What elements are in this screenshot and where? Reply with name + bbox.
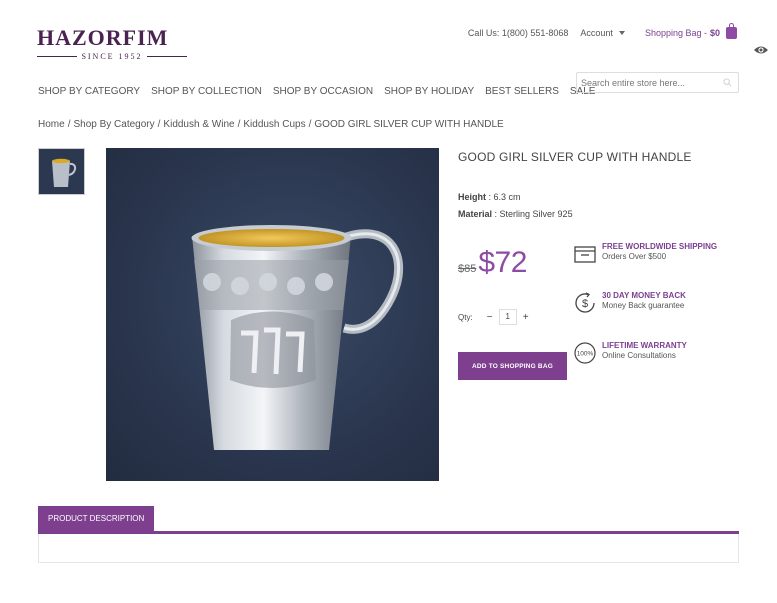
qty-decrease-button[interactable]: − xyxy=(485,312,495,323)
chevron-down-icon xyxy=(618,31,625,35)
nav-shop-by-holiday[interactable]: SHOP BY HOLIDAY xyxy=(384,86,474,97)
price-block: $85 $72 xyxy=(458,246,527,280)
shopping-bag-label: Shopping Bag - xyxy=(644,28,707,38)
product-height: Height : 6.3 cm xyxy=(458,192,521,202)
feature-money-back-title: 30 DAY MONEY BACK xyxy=(602,291,686,300)
logo-since: SINCE 1952 xyxy=(37,52,187,61)
breadcrumb-current: GOOD GIRL SILVER CUP WITH HANDLE xyxy=(314,119,504,130)
logo-name: HAZORFIM xyxy=(37,25,169,50)
shopping-bag-icon xyxy=(726,23,737,39)
search-box xyxy=(576,72,739,93)
logo-rule-left xyxy=(37,56,78,57)
old-price: $85 xyxy=(458,263,477,275)
add-to-bag-button[interactable]: ADD TO SHOPPING BAG xyxy=(458,352,567,380)
account-label: Account xyxy=(580,28,613,38)
feature-shipping-sub: Orders Over $500 xyxy=(602,252,667,261)
current-price: $72 xyxy=(478,246,527,279)
height-value: : 6.3 cm xyxy=(488,192,521,202)
nav-best-sellers[interactable]: BEST SELLERS xyxy=(485,86,559,97)
main-nav: SHOP BY CATEGORY SHOP BY COLLECTION SHOP… xyxy=(38,86,606,97)
account-menu[interactable]: Account xyxy=(580,28,625,38)
breadcrumb-shop-by-category[interactable]: Shop By Category xyxy=(73,119,154,130)
silver-cup-image xyxy=(191,225,404,450)
breadcrumb-kiddush-wine[interactable]: Kiddush & Wine xyxy=(163,119,234,130)
feature-shipping: FREE WORLDWIDE SHIPPING Orders Over $500 xyxy=(573,242,717,266)
feature-money-back: $ 30 DAY MONEY BACK Money Back guarantee xyxy=(573,291,686,315)
call-us-link[interactable]: Call Us: 1(800) 551-8068 xyxy=(468,28,569,38)
material-label: Material xyxy=(458,209,493,219)
material-value: : Sterling Silver 925 xyxy=(494,209,573,219)
shopping-bag-total: $0 xyxy=(709,28,720,38)
warranty-badge-text: 100% xyxy=(577,351,594,358)
logo-rule-right xyxy=(146,56,187,57)
product-thumbnail[interactable] xyxy=(38,148,85,195)
logo[interactable]: HAZORFIM SINCE 1952 xyxy=(37,27,187,61)
nav-shop-by-collection[interactable]: SHOP BY COLLECTION xyxy=(151,86,262,97)
qty-increase-button[interactable]: + xyxy=(521,312,531,323)
product-title: GOOD GIRL SILVER CUP WITH HANDLE xyxy=(458,150,692,164)
tab-product-description[interactable]: PRODUCT DESCRIPTION xyxy=(38,506,155,531)
top-bar: Call Us: 1(800) 551-8068 Account Shoppin… xyxy=(468,23,737,39)
eye-icon[interactable] xyxy=(753,45,769,55)
breadcrumb-separator: / xyxy=(67,119,71,130)
breadcrumb-kiddush-cups[interactable]: Kiddush Cups xyxy=(243,119,305,130)
svg-text:$: $ xyxy=(582,298,588,310)
product-main-image[interactable] xyxy=(106,148,439,481)
logo-since-text: SINCE 1952 xyxy=(81,52,143,61)
feature-warranty: 100% LIFETIME WARRANTY Online Consultati… xyxy=(573,341,687,365)
warranty-icon: 100% xyxy=(574,342,596,364)
nav-shop-by-category[interactable]: SHOP BY CATEGORY xyxy=(38,86,140,97)
shopping-bag-link[interactable]: Shopping Bag - $0 xyxy=(644,23,737,39)
search-icon[interactable] xyxy=(723,78,732,87)
product-material: Material : Sterling Silver 925 xyxy=(458,209,573,219)
height-label: Height xyxy=(458,192,486,202)
feature-money-back-sub: Money Back guarantee xyxy=(602,301,685,310)
box-icon xyxy=(574,246,596,263)
breadcrumb-separator: / xyxy=(308,119,312,130)
feature-shipping-title: FREE WORLDWIDE SHIPPING xyxy=(602,242,718,251)
breadcrumb-home[interactable]: Home xyxy=(38,119,65,130)
breadcrumb: Home / Shop By Category / Kiddush & Wine / Kid… xyxy=(38,119,504,130)
product-tabs: PRODUCT DESCRIPTION xyxy=(38,506,739,563)
tab-panel xyxy=(38,534,739,563)
breadcrumb-separator: / xyxy=(157,119,161,130)
money-back-icon: $ xyxy=(575,292,595,313)
thumbnail-cup-image xyxy=(39,149,84,194)
feature-warranty-title: LIFETIME WARRANTY xyxy=(602,341,687,350)
search-input[interactable] xyxy=(581,77,723,88)
nav-shop-by-occasion[interactable]: SHOP BY OCCASION xyxy=(273,86,373,97)
qty-label: Qty: xyxy=(458,312,473,322)
breadcrumb-separator: / xyxy=(237,119,241,130)
qty-input[interactable]: 1 xyxy=(498,309,517,325)
quantity-stepper: Qty: − 1 + xyxy=(458,309,531,325)
feature-warranty-sub: Online Consultations xyxy=(602,351,676,360)
